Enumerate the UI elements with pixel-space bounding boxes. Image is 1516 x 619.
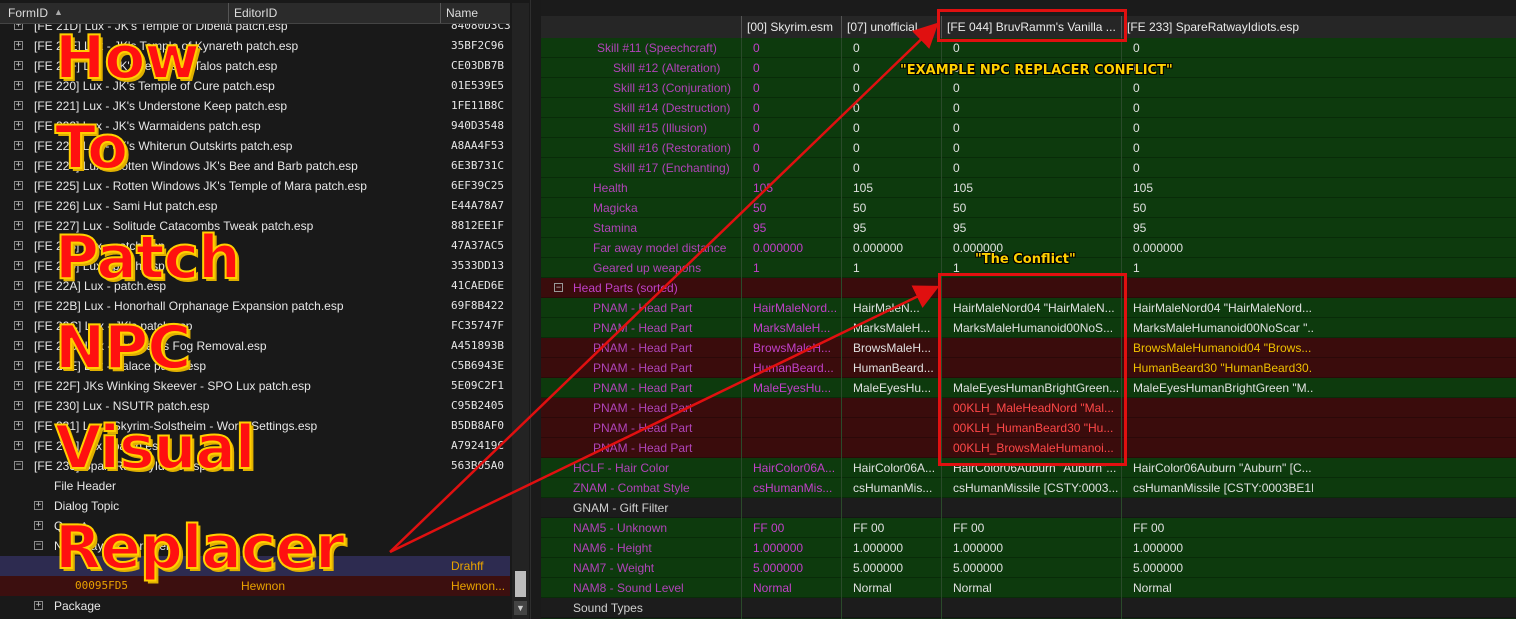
title-line-visual: Visual — [54, 413, 256, 483]
title-line-replacer: Replacer — [54, 513, 346, 583]
arrow-to-conflict — [389, 285, 940, 554]
arrow-to-header — [389, 22, 939, 553]
title-line-npc: NPC — [54, 313, 192, 383]
title-line-patch: Patch — [54, 223, 242, 293]
title-line-how: How — [54, 23, 201, 93]
title-line-to: To — [54, 113, 129, 183]
